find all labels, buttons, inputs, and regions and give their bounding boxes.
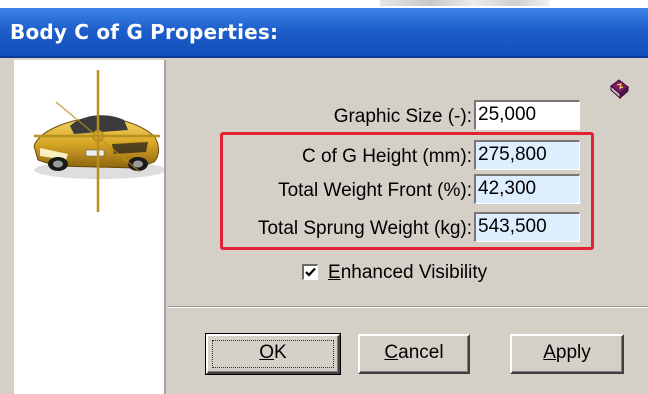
enhanced-visibility-checkbox[interactable]	[302, 264, 318, 280]
background-window-text	[380, 0, 550, 6]
graphic-size-input[interactable]: 25,000	[474, 100, 580, 130]
enhanced-visibility-mnemonic: E	[328, 262, 341, 283]
enhanced-visibility-label[interactable]: Enhanced Visibility	[328, 261, 487, 285]
button-separator-highlight	[168, 307, 648, 308]
car-cg-image-icon	[33, 70, 164, 212]
apply-button[interactable]: Apply	[510, 334, 624, 374]
cancel-label-rest: ancel	[398, 342, 444, 363]
apply-label-rest: pply	[555, 342, 591, 363]
background-window-strip	[0, 0, 648, 8]
graphic-size-label: Graphic Size (-):	[333, 106, 472, 127]
checkmark-icon	[305, 267, 316, 277]
cancel-button[interactable]: Cancel	[358, 334, 470, 374]
ok-focus-rect	[212, 340, 334, 368]
help-book-icon[interactable]	[608, 78, 630, 100]
enhanced-visibility-label-rest: nhanced Visibility	[340, 262, 488, 283]
dialog-title-bar[interactable]: Body C of G Properties:	[0, 8, 648, 58]
ok-button[interactable]: OK	[205, 333, 341, 375]
cancel-mnemonic: C	[384, 342, 399, 363]
dialog-title: Body C of G Properties:	[10, 20, 279, 44]
apply-mnemonic: A	[543, 342, 556, 363]
highlight-annotation-box	[220, 132, 594, 250]
preview-panel	[14, 60, 166, 394]
